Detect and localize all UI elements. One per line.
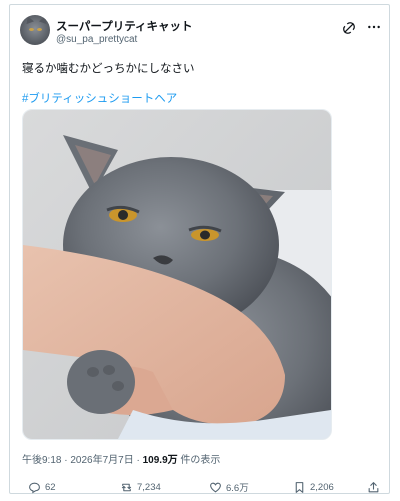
avatar-ear-left [24,15,34,25]
reply-button[interactable]: 62 [28,480,56,494]
view-label: 件の表示 [177,455,221,466]
like-button[interactable]: 6.6万 [209,480,249,494]
grok-icon[interactable] [342,21,356,35]
avatar-eye-left [29,28,34,31]
bookmark-button[interactable]: 2,206 [293,480,334,494]
post-time[interactable]: 午後9:18 [22,455,61,466]
post-date[interactable]: 2026年7月7日 [70,455,133,466]
avatar-eye-right [37,28,42,31]
share-button[interactable] [367,480,384,494]
reply-icon [28,481,45,494]
bookmark-count: 2,206 [310,481,334,493]
user-handle[interactable]: @su_pa_prettycat [56,34,137,45]
avatar[interactable] [20,15,50,45]
repost-icon [120,481,137,494]
heart-icon [209,481,226,494]
cat-photo-illustration [23,110,331,439]
post-photo[interactable] [22,109,332,440]
post-text: 寝るか噛むかどっちかにしなさい [22,63,195,75]
hashtag-link[interactable]: #ブリティッシュショートヘア [22,90,177,106]
more-icon[interactable] [366,19,382,35]
post-meta: 午後9:18 · 2026年7月7日 · 109.9万 件の表示 [22,451,220,466]
display-name[interactable]: スーパープリティキャット [56,18,193,34]
repost-button[interactable]: 7,234 [120,480,161,494]
repost-count: 7,234 [137,481,161,493]
action-bar: 62 7,234 6.6万 2,206 [22,480,382,494]
avatar-ear-right [39,15,49,25]
post-card: スーパープリティキャット @su_pa_prettycat 寝るか噛むかどっちか… [9,4,390,494]
meta-separator: · [133,455,143,466]
reply-count: 62 [45,481,56,493]
view-count: 109.9万 [142,455,178,466]
like-count: 6.6万 [226,483,249,494]
bookmark-icon [293,481,310,494]
share-icon [367,481,384,494]
